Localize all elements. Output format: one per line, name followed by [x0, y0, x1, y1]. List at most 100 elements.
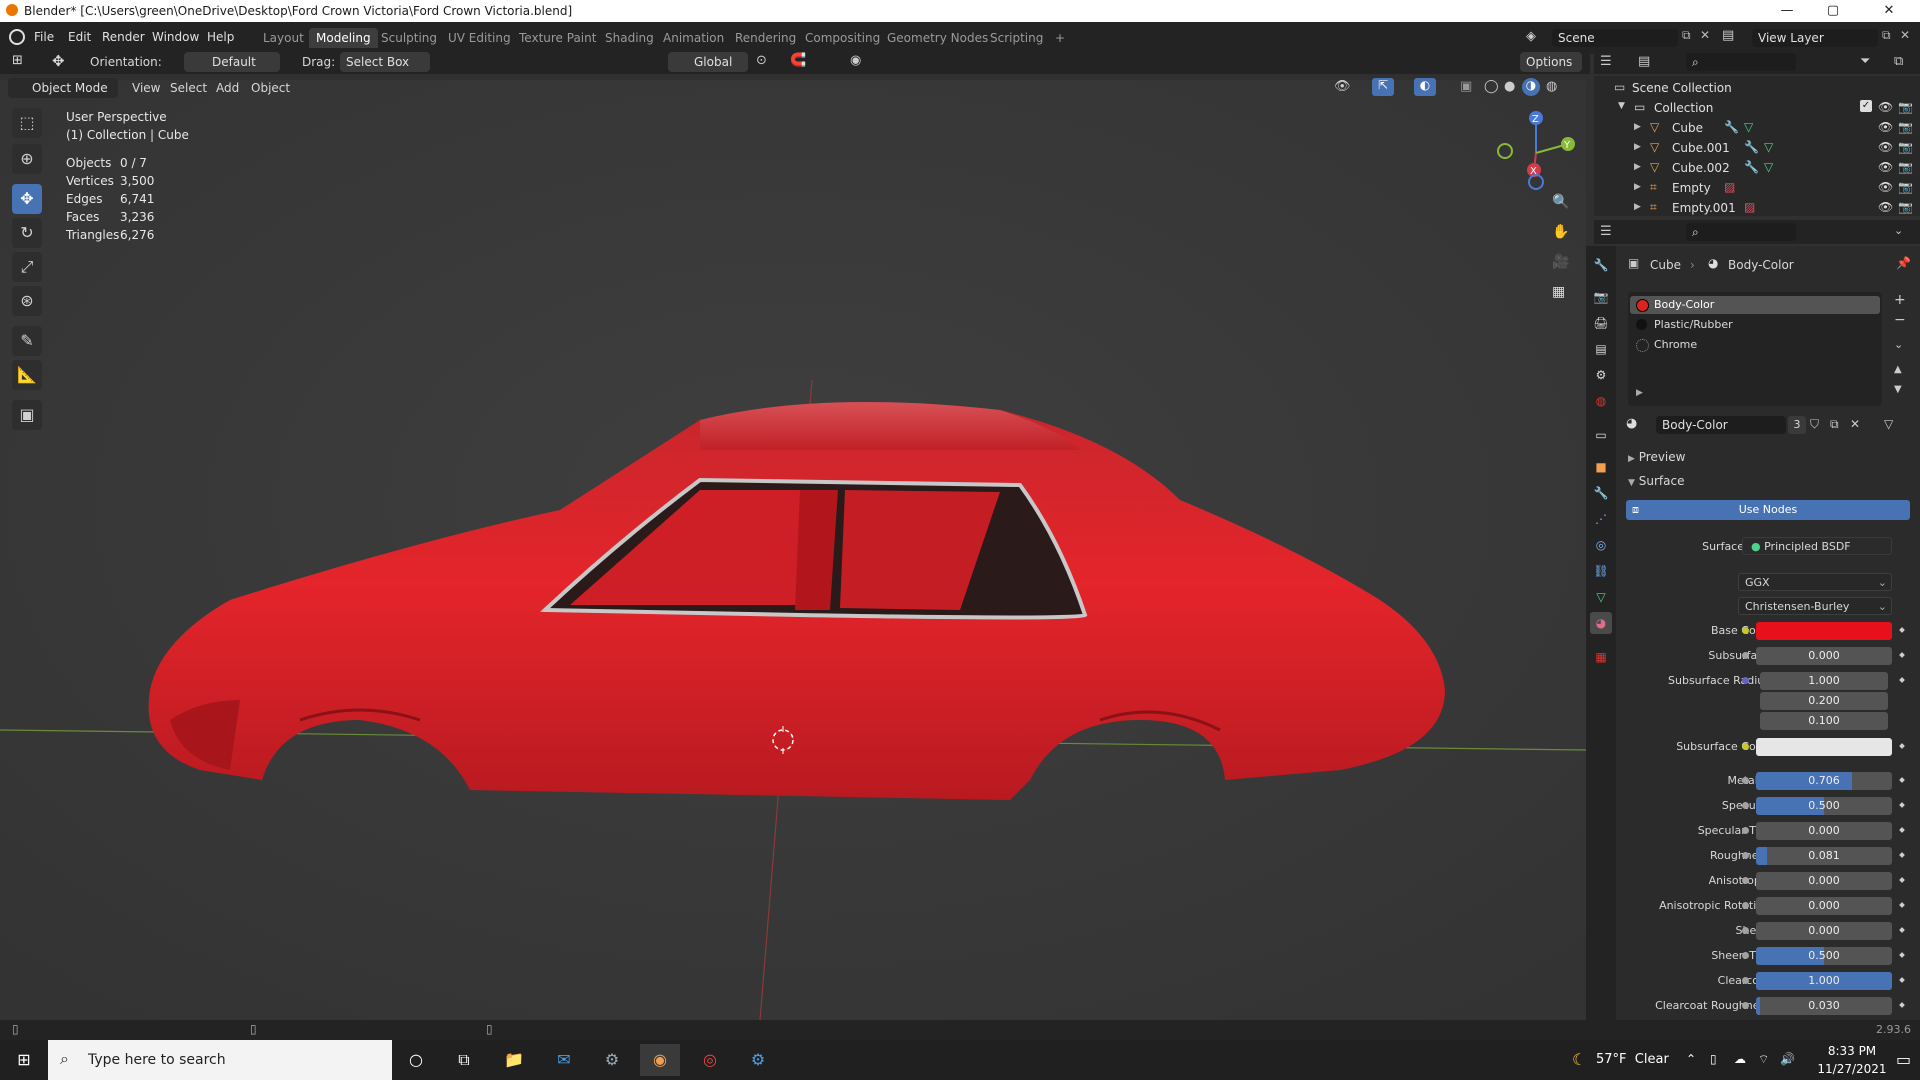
- orientation-dropdown[interactable]: Default: [184, 52, 280, 72]
- keyframe-dot-icon[interactable]: [1899, 652, 1905, 658]
- cursor-tool-icon[interactable]: ⊕: [12, 144, 42, 174]
- zoom-icon[interactable]: 🔍: [1552, 194, 1569, 210]
- menu-edit[interactable]: Edit: [68, 30, 91, 44]
- value-slider[interactable]: 0.706: [1756, 772, 1892, 790]
- tray-device-icon[interactable]: ▯: [1710, 1052, 1717, 1066]
- delete-scene-icon[interactable]: ✕: [1700, 28, 1710, 42]
- outliner-item-empty[interactable]: ▶ ⌗ Empty ▨ 👁 📷: [1594, 178, 1920, 198]
- pin-icon[interactable]: 📌: [1896, 256, 1911, 270]
- weather-text[interactable]: 57°F Clear: [1596, 1052, 1669, 1067]
- properties-options-icon[interactable]: ⌄: [1894, 224, 1903, 237]
- visibility-eye-icon[interactable]: 👁: [1878, 120, 1893, 134]
- mail-icon[interactable]: ✉: [544, 1044, 584, 1076]
- perspective-toggle-icon[interactable]: ▦: [1552, 284, 1565, 300]
- material-slot-active[interactable]: Body-Color: [1630, 296, 1880, 314]
- filter-expand-icon[interactable]: ▶: [1636, 388, 1643, 398]
- menu-file[interactable]: File: [34, 30, 54, 44]
- wireframe-shading-icon[interactable]: ◯: [1484, 79, 1499, 94]
- steam-chat-icon[interactable]: ⚙: [738, 1044, 778, 1076]
- render-camera-icon[interactable]: 📷: [1898, 160, 1913, 174]
- value-slider[interactable]: 0.000: [1756, 872, 1892, 890]
- expand-arrow-icon[interactable]: ▶: [1634, 142, 1641, 152]
- filter-icon[interactable]: ⏷: [1860, 54, 1870, 69]
- view-layer-field[interactable]: View Layer: [1752, 29, 1878, 47]
- material-tab-icon[interactable]: ◕: [1590, 612, 1612, 634]
- value-slider[interactable]: 0.030: [1756, 997, 1892, 1015]
- surface-shader-field[interactable]: ● Principled BSDF: [1742, 537, 1892, 555]
- properties-search-input[interactable]: ⌕: [1686, 223, 1796, 241]
- snap-icon[interactable]: 🧲: [790, 53, 806, 68]
- keyframe-dot-icon[interactable]: [1899, 777, 1905, 783]
- render-camera-icon[interactable]: 📷: [1898, 100, 1913, 114]
- new-collection-icon[interactable]: ⧉: [1894, 54, 1903, 69]
- outliner-item-cube[interactable]: ▶ ▽ Cube 🔧 ▽ 👁 📷: [1594, 118, 1920, 138]
- collection-checkbox[interactable]: ✓: [1860, 100, 1872, 112]
- surface-panel-header[interactable]: ▼ Surface: [1628, 474, 1684, 488]
- browse-material-icon[interactable]: ◕: [1626, 416, 1637, 431]
- value-slider[interactable]: 0.000: [1756, 647, 1892, 665]
- world-tab-icon[interactable]: ◍: [1590, 390, 1612, 412]
- material-name-field[interactable]: Body-Color: [1656, 416, 1786, 434]
- visibility-eye-icon[interactable]: 👁: [1878, 200, 1893, 214]
- editor-type-icon[interactable]: ⊞: [12, 53, 23, 68]
- display-mode-icon[interactable]: ▤: [1638, 54, 1650, 69]
- outliner-item-empty-001[interactable]: ▶ ⌗ Empty.001 ▨ 👁 📷: [1594, 198, 1920, 216]
- outliner-editor-icon[interactable]: ☰: [1600, 54, 1612, 69]
- duplicate-material-icon[interactable]: ⧉: [1830, 417, 1839, 432]
- outliner-scene-collection[interactable]: ▭ Scene Collection: [1594, 78, 1920, 98]
- clock-date[interactable]: 11/27/2021: [1814, 1062, 1890, 1076]
- tab-geometry-nodes[interactable]: Geometry Nodes: [880, 28, 995, 48]
- value-slider[interactable]: 0.000: [1756, 897, 1892, 915]
- pan-hand-icon[interactable]: ✋: [1552, 224, 1569, 240]
- keyframe-dot-icon[interactable]: [1899, 952, 1905, 958]
- keyframe-dot-icon[interactable]: [1899, 852, 1905, 858]
- options-dropdown[interactable]: Options: [1520, 52, 1582, 72]
- render-camera-icon[interactable]: 📷: [1898, 120, 1913, 134]
- preview-panel-header[interactable]: ▶ Preview: [1628, 450, 1685, 464]
- onedrive-cloud-icon[interactable]: ☁: [1734, 1052, 1746, 1066]
- use-nodes-button[interactable]: ⧈ Use Nodes: [1626, 500, 1910, 520]
- subsurface-radius-y[interactable]: 0.200: [1760, 692, 1888, 710]
- clock-time[interactable]: 8:33 PM: [1820, 1044, 1884, 1058]
- annotate-tool-icon[interactable]: ✎: [12, 326, 42, 356]
- blender-taskbar-icon[interactable]: ◉: [640, 1044, 680, 1076]
- wifi-icon[interactable]: ⌔: [1758, 1052, 1769, 1067]
- modifier-tab-icon[interactable]: 🔧: [1590, 482, 1612, 504]
- viewport-menu-object[interactable]: Object: [251, 81, 290, 95]
- subsurface-method-dropdown[interactable]: Christensen-Burley ⌄: [1738, 597, 1892, 615]
- move-down-icon[interactable]: ▼: [1894, 384, 1902, 395]
- chrome-icon[interactable]: ◎: [690, 1044, 730, 1076]
- material-preview-shading-icon[interactable]: ◑: [1522, 78, 1540, 96]
- visibility-eye-icon[interactable]: 👁: [1878, 180, 1893, 194]
- rendered-shading-icon[interactable]: ◍: [1546, 79, 1557, 94]
- view-layer-tab-icon[interactable]: ▤: [1590, 338, 1612, 360]
- physics-tab-icon[interactable]: ◎: [1590, 534, 1612, 556]
- camera-view-icon[interactable]: 🎥: [1552, 254, 1569, 270]
- move-tool-button[interactable]: ✥: [12, 184, 42, 214]
- value-slider[interactable]: 0.500: [1756, 947, 1892, 965]
- tab-texture-paint[interactable]: Texture Paint: [512, 28, 603, 48]
- drag-dropdown[interactable]: Select Box: [340, 52, 430, 72]
- close-button[interactable]: ✕: [1866, 0, 1912, 22]
- value-slider[interactable]: 0.000: [1756, 822, 1892, 840]
- visibility-icon[interactable]: 👁: [1334, 79, 1351, 94]
- task-view-icon[interactable]: ⧉: [444, 1044, 484, 1076]
- subsurface-radius-z[interactable]: 0.100: [1760, 712, 1888, 730]
- blender-menu-icon[interactable]: [9, 29, 25, 45]
- new-view-layer-icon[interactable]: ⧉: [1882, 28, 1891, 43]
- value-slider[interactable]: 0.500: [1756, 797, 1892, 815]
- constraints-tab-icon[interactable]: ⛓: [1590, 560, 1612, 582]
- visibility-eye-icon[interactable]: 👁: [1878, 140, 1893, 154]
- object-tab-icon[interactable]: ■: [1590, 456, 1612, 478]
- mode-dropdown[interactable]: Object Mode: [8, 78, 118, 98]
- collapse-arrow-icon[interactable]: ▼: [1618, 101, 1625, 111]
- render-camera-icon[interactable]: 📷: [1898, 200, 1913, 214]
- overlay-toggle-icon[interactable]: ◐: [1414, 78, 1436, 96]
- outliner-search-input[interactable]: ⌕: [1686, 53, 1796, 71]
- tab-compositing[interactable]: Compositing: [798, 28, 887, 48]
- scale-tool-icon[interactable]: ⤢: [12, 252, 42, 282]
- new-scene-icon[interactable]: ⧉: [1682, 28, 1691, 43]
- scene-field[interactable]: Scene: [1552, 29, 1678, 47]
- xray-icon[interactable]: ▣: [1460, 79, 1472, 94]
- visibility-eye-icon[interactable]: 👁: [1878, 160, 1893, 174]
